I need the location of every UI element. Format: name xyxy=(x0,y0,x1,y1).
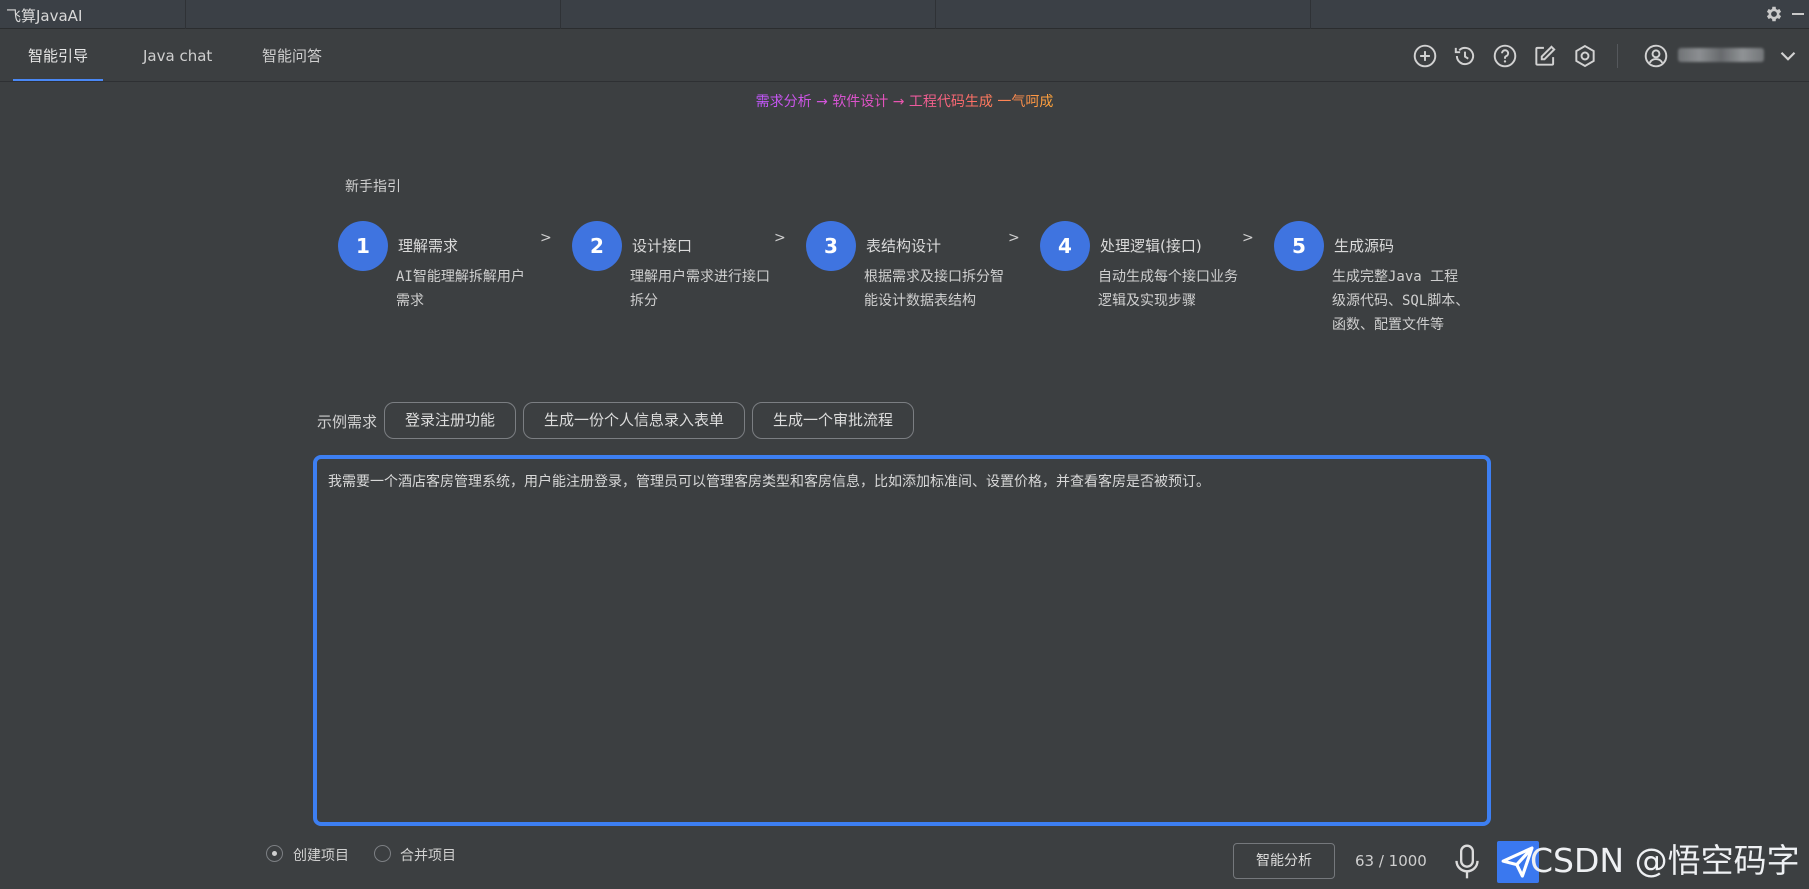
step-description: 自动生成每个接口业务逻辑及实现步骤 xyxy=(1098,269,1238,309)
user-icon[interactable] xyxy=(1643,43,1669,69)
step-arrow: > xyxy=(540,230,552,246)
step-description: 根据需求及接口拆分智能设计数据表结构 xyxy=(864,269,1004,309)
minimize-icon[interactable] xyxy=(1792,13,1804,15)
create-project-label: 创建项目 xyxy=(293,848,349,864)
step-number: 1 xyxy=(338,221,388,271)
help-icon[interactable] xyxy=(1492,43,1518,69)
step-name: 理解需求 xyxy=(398,237,459,255)
step-number: 3 xyxy=(806,221,856,271)
requirement-input[interactable]: 我需要一个酒店客房管理系统，用户能注册登录，管理员可以管理客房类型和客房信息，比… xyxy=(313,455,1491,826)
step-description: 生成完整Java 工程级源代码、SQL脚本、函数、配置文件等 xyxy=(1332,269,1470,333)
step-description: 理解用户需求进行接口拆分 xyxy=(630,269,770,309)
guide-title: 新手指引 xyxy=(345,179,401,195)
step-arrow: > xyxy=(774,230,786,246)
active-tab-indicator xyxy=(13,79,103,81)
settings-hex-icon[interactable] xyxy=(1572,43,1598,69)
app-title: 飞算JavaAI xyxy=(6,7,83,25)
merge-project-label: 合并项目 xyxy=(400,848,456,864)
create-project-radio[interactable] xyxy=(266,845,283,862)
history-icon[interactable] xyxy=(1452,43,1478,69)
char-counter: 63 / 1000 xyxy=(1355,852,1427,870)
title-bar-segment xyxy=(561,0,936,29)
tab-smart-qa[interactable]: 智能问答 xyxy=(262,30,322,82)
step-number: 2 xyxy=(572,221,622,271)
example-chip-profile-form[interactable]: 生成一份个人信息录入表单 xyxy=(523,402,745,439)
merge-project-radio[interactable] xyxy=(374,845,391,862)
nav-divider xyxy=(1617,44,1618,68)
title-bar-segment xyxy=(936,0,1311,29)
example-label: 示例需求 xyxy=(317,413,378,431)
smart-analyze-button[interactable]: 智能分析 xyxy=(1233,843,1335,879)
step-name: 设计接口 xyxy=(632,237,693,255)
tab-smart-guide[interactable]: 智能引导 xyxy=(28,30,88,82)
example-chip-approval-flow[interactable]: 生成一个审批流程 xyxy=(752,402,914,439)
username xyxy=(1678,48,1764,62)
chevron-down-icon[interactable] xyxy=(1775,43,1801,69)
watermark: CSDN @悟空码字 xyxy=(1530,841,1800,880)
tagline-text: 需求分析 → 软件设计 → 工程代码生成 一气呵成 xyxy=(755,94,1054,110)
top-nav: 智能引导 Java chat 智能问答 xyxy=(0,30,1809,82)
tab-java-chat[interactable]: Java chat xyxy=(143,30,212,82)
step-description: AI智能理解拆解用户需求 xyxy=(396,269,525,309)
gear-icon[interactable] xyxy=(1764,4,1784,24)
plus-circle-icon[interactable] xyxy=(1412,43,1438,69)
step-number: 5 xyxy=(1274,221,1324,271)
title-bar: 飞算JavaAI xyxy=(0,0,1809,29)
microphone-icon[interactable] xyxy=(1453,843,1481,881)
step-name: 处理逻辑(接口) xyxy=(1100,237,1202,255)
step-name: 生成源码 xyxy=(1334,237,1395,255)
example-chip-login[interactable]: 登录注册功能 xyxy=(384,402,516,439)
step-name: 表结构设计 xyxy=(866,237,942,255)
step-arrow: > xyxy=(1242,230,1254,246)
step-number: 4 xyxy=(1040,221,1090,271)
step-arrow: > xyxy=(1008,230,1020,246)
edit-icon[interactable] xyxy=(1532,43,1558,69)
title-bar-segment xyxy=(186,0,561,29)
tagline: 需求分析 → 软件设计 → 工程代码生成 一气呵成 xyxy=(0,91,1809,111)
